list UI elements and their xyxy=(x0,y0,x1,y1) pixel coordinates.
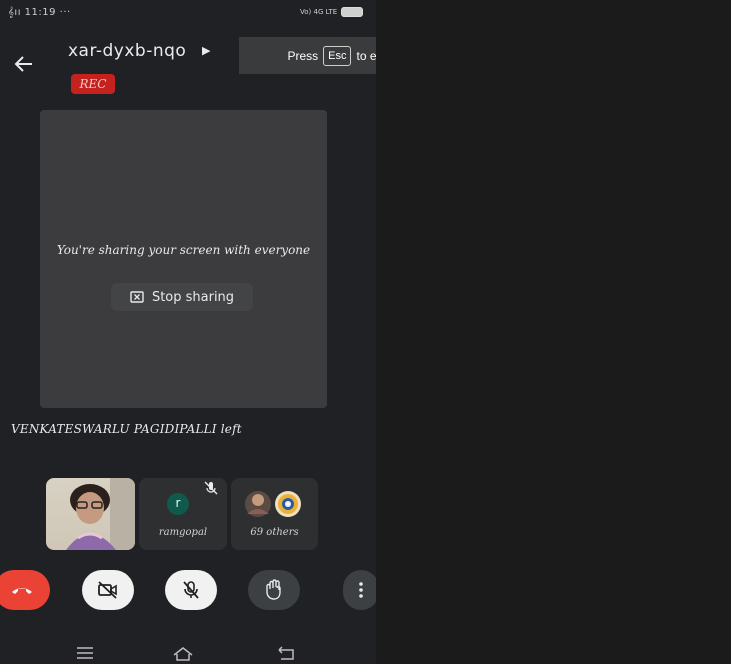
hand-icon xyxy=(266,579,281,600)
more-options-button[interactable] xyxy=(343,570,376,610)
others-tile[interactable]: 69 others xyxy=(231,478,318,550)
stop-share-icon xyxy=(130,291,144,303)
meet-app-screen: 𝄞ıı 11:19 ··· Vo) 4G LTE xar-dyxb-nqo ▶ … xyxy=(0,0,376,664)
group-avatars xyxy=(245,491,301,517)
banner-prefix: Press xyxy=(287,48,319,63)
chevron-right-icon[interactable]: ▶ xyxy=(202,44,210,57)
camera-toggle-button[interactable] xyxy=(82,570,134,610)
back-button[interactable] xyxy=(12,52,36,76)
esc-key-label: Esc xyxy=(323,45,352,66)
back-nav-icon[interactable] xyxy=(275,645,297,661)
android-nav-bar xyxy=(0,640,376,664)
stop-sharing-label: Stop sharing xyxy=(151,289,235,305)
status-time: 𝄞ıı 11:19 ··· xyxy=(8,7,71,18)
mic-off-icon xyxy=(183,581,199,599)
participant-name: ramgopal xyxy=(158,527,208,538)
avatar: r xyxy=(167,493,189,515)
screen-share-panel: You're sharing your screen with everyone… xyxy=(40,110,327,408)
raise-hand-button[interactable] xyxy=(248,570,300,610)
end-call-icon xyxy=(12,588,32,594)
participant-left-notice: VENKATESWARLU PAGIDIPALLI left xyxy=(11,422,242,436)
camera-off-icon xyxy=(98,581,117,599)
more-vert-icon xyxy=(359,582,363,598)
end-call-button[interactable] xyxy=(0,570,50,610)
sharing-message: You're sharing your screen with everyone xyxy=(56,243,311,257)
network-indicator: Vo) 4G LTE xyxy=(300,8,338,16)
mic-toggle-button[interactable] xyxy=(165,570,217,610)
menu-icon[interactable] xyxy=(74,645,96,661)
participant-tile[interactable]: r ramgopal xyxy=(139,478,227,550)
battery-icon xyxy=(341,7,364,17)
stop-sharing-button[interactable]: Stop sharing xyxy=(111,283,253,311)
home-icon[interactable] xyxy=(172,645,194,661)
others-count-label: 69 others xyxy=(250,527,299,538)
arrow-left-icon xyxy=(14,56,32,72)
self-video-thumbnail xyxy=(46,478,135,550)
mic-off-icon xyxy=(204,481,218,495)
status-bar: 𝄞ıı 11:19 ··· Vo) 4G LTE xyxy=(0,0,376,32)
self-video-tile[interactable] xyxy=(46,478,135,550)
meeting-title[interactable]: xar-dyxb-nqo xyxy=(68,41,186,61)
status-right: Vo) 4G LTE xyxy=(300,7,364,17)
recording-badge: REC xyxy=(71,74,115,94)
empty-desktop-area xyxy=(376,0,731,664)
